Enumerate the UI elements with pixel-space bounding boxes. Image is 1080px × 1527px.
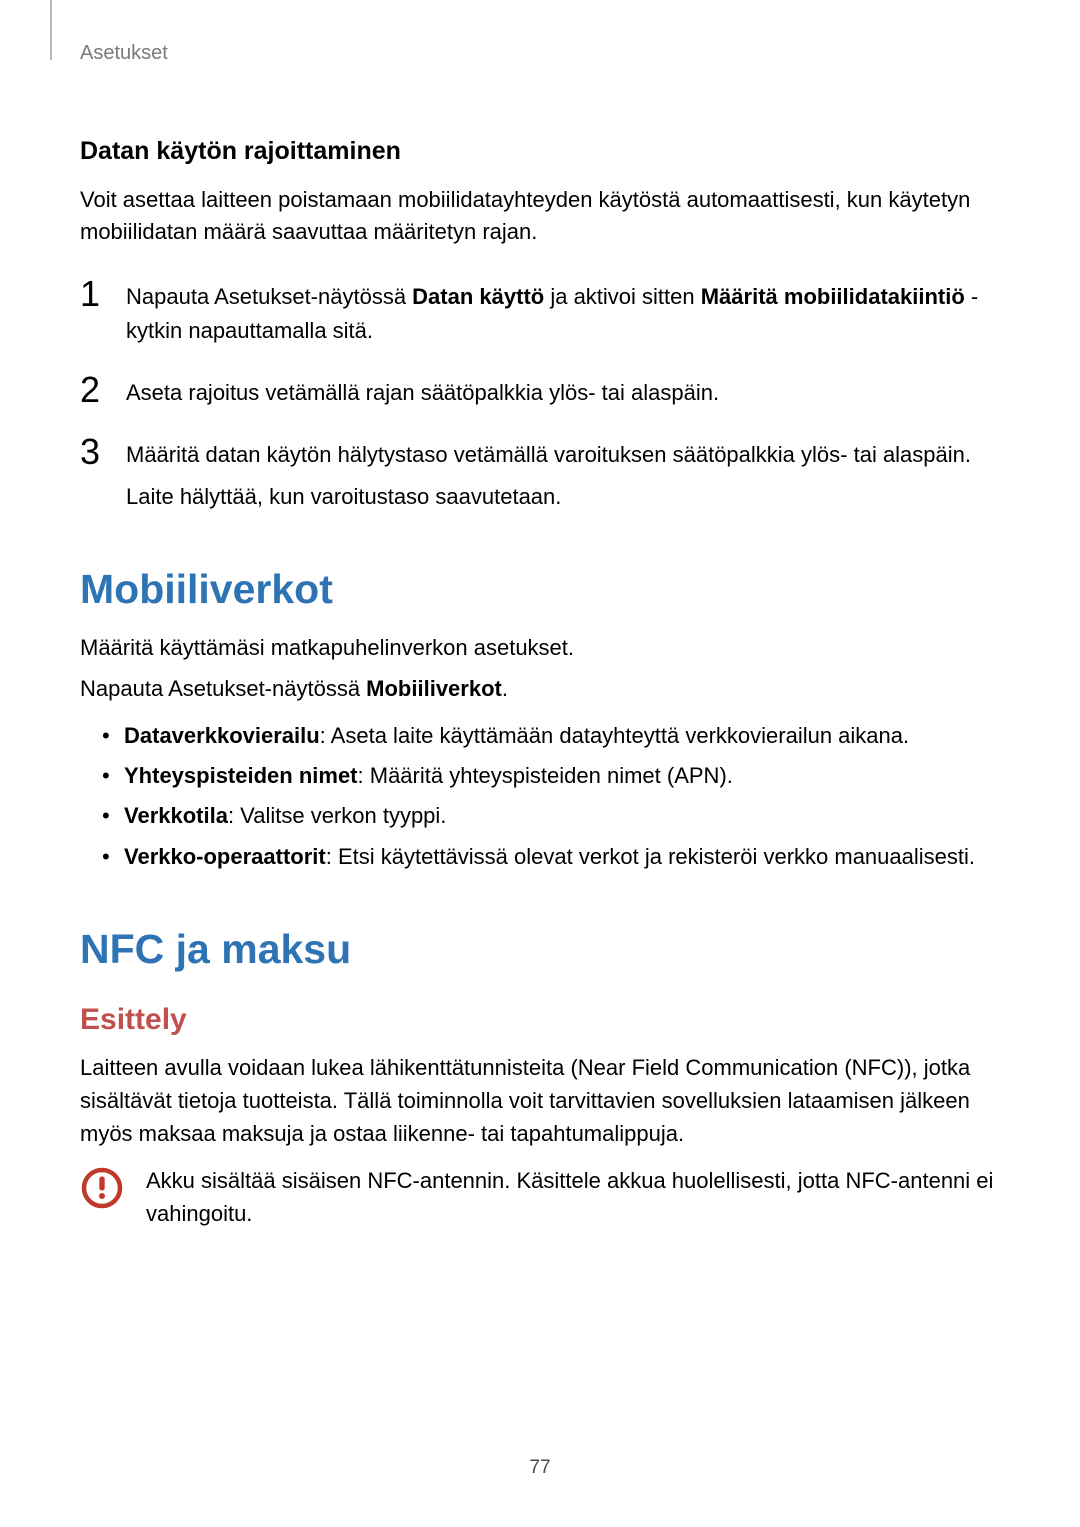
steps-list: 1 Napauta Asetukset-näytössä Datan käytt… (80, 276, 1000, 514)
text-run: : Etsi käytettävissä olevat verkot ja re… (326, 844, 975, 869)
text-run: : Määritä yhteyspisteiden nimet (APN). (358, 763, 733, 788)
step-number: 1 (80, 276, 104, 312)
text-run: : Valitse verkon tyyppi. (228, 803, 446, 828)
text-bold: Mobiiliverkot (366, 676, 502, 701)
text-run: : Aseta laite käyttämään datayhteyttä ve… (320, 723, 909, 748)
step-number: 3 (80, 434, 104, 470)
heading-mobile-networks: Mobiiliverkot (80, 566, 1000, 613)
text-run: Napauta Asetukset-näytössä (80, 676, 366, 701)
paragraph-mobile-intro1: Määritä käyttämäsi matkapuhelinverkon as… (80, 631, 1000, 664)
text-bold: Dataverkkovierailu (124, 723, 320, 748)
step-2: 2 Aseta rajoitus vetämällä rajan säätöpa… (80, 372, 1000, 410)
text-bold: Verkko-operaattorit (124, 844, 326, 869)
warning-callout: Akku sisältää sisäisen NFC-antennin. Käs… (80, 1164, 1000, 1230)
heading-data-limit: Datan käytön rajoittaminen (80, 137, 1000, 166)
side-rule (50, 0, 52, 60)
list-item: Verkko-operaattorit: Etsi käytettävissä … (80, 840, 1000, 874)
subheading-nfc-intro: Esittely (80, 1003, 1000, 1037)
step-3: 3 Määritä datan käytön hälytystaso vetäm… (80, 434, 1000, 514)
warning-text: Akku sisältää sisäisen NFC-antennin. Käs… (146, 1164, 1000, 1230)
breadcrumb: Asetukset (80, 42, 1000, 65)
step-number: 2 (80, 372, 104, 408)
text-run: Napauta Asetukset-näytössä (126, 284, 412, 309)
paragraph-data-limit-intro: Voit asettaa laitteen poistamaan mobiili… (80, 184, 1000, 248)
paragraph-nfc-intro: Laitteen avulla voidaan lukea lähikenttä… (80, 1051, 1000, 1150)
page: Asetukset Datan käytön rajoittaminen Voi… (0, 0, 1080, 1527)
step-text: Napauta Asetukset-näytössä Datan käyttö … (126, 276, 1000, 348)
heading-nfc: NFC ja maksu (80, 926, 1000, 973)
paragraph-mobile-intro2: Napauta Asetukset-näytössä Mobiiliverkot… (80, 672, 1000, 705)
step-text: Aseta rajoitus vetämällä rajan säätöpalk… (126, 372, 719, 410)
list-item: Verkkotila: Valitse verkon tyyppi. (80, 799, 1000, 833)
list-item: Yhteyspisteiden nimet: Määritä yhteyspis… (80, 759, 1000, 793)
bullets-mobile: Dataverkkovierailu: Aseta laite käyttämä… (80, 719, 1000, 873)
page-number: 77 (0, 1457, 1080, 1479)
text-run: . (502, 676, 508, 701)
step-1: 1 Napauta Asetukset-näytössä Datan käytt… (80, 276, 1000, 348)
text-bold: Verkkotila (124, 803, 228, 828)
text-run: ja aktivoi sitten (544, 284, 701, 309)
text-bold: Yhteyspisteiden nimet (124, 763, 358, 788)
warning-icon (80, 1166, 124, 1210)
step-text: Määritä datan käytön hälytystaso vetämäl… (126, 434, 971, 514)
text-bold: Määritä mobiilidatakiintiö (701, 284, 965, 309)
text-run: Määritä datan käytön hälytystaso vetämäl… (126, 442, 971, 467)
list-item: Dataverkkovierailu: Aseta laite käyttämä… (80, 719, 1000, 753)
text-run: Laite hälyttää, kun varoitustaso saavute… (126, 480, 971, 514)
text-bold: Datan käyttö (412, 284, 544, 309)
